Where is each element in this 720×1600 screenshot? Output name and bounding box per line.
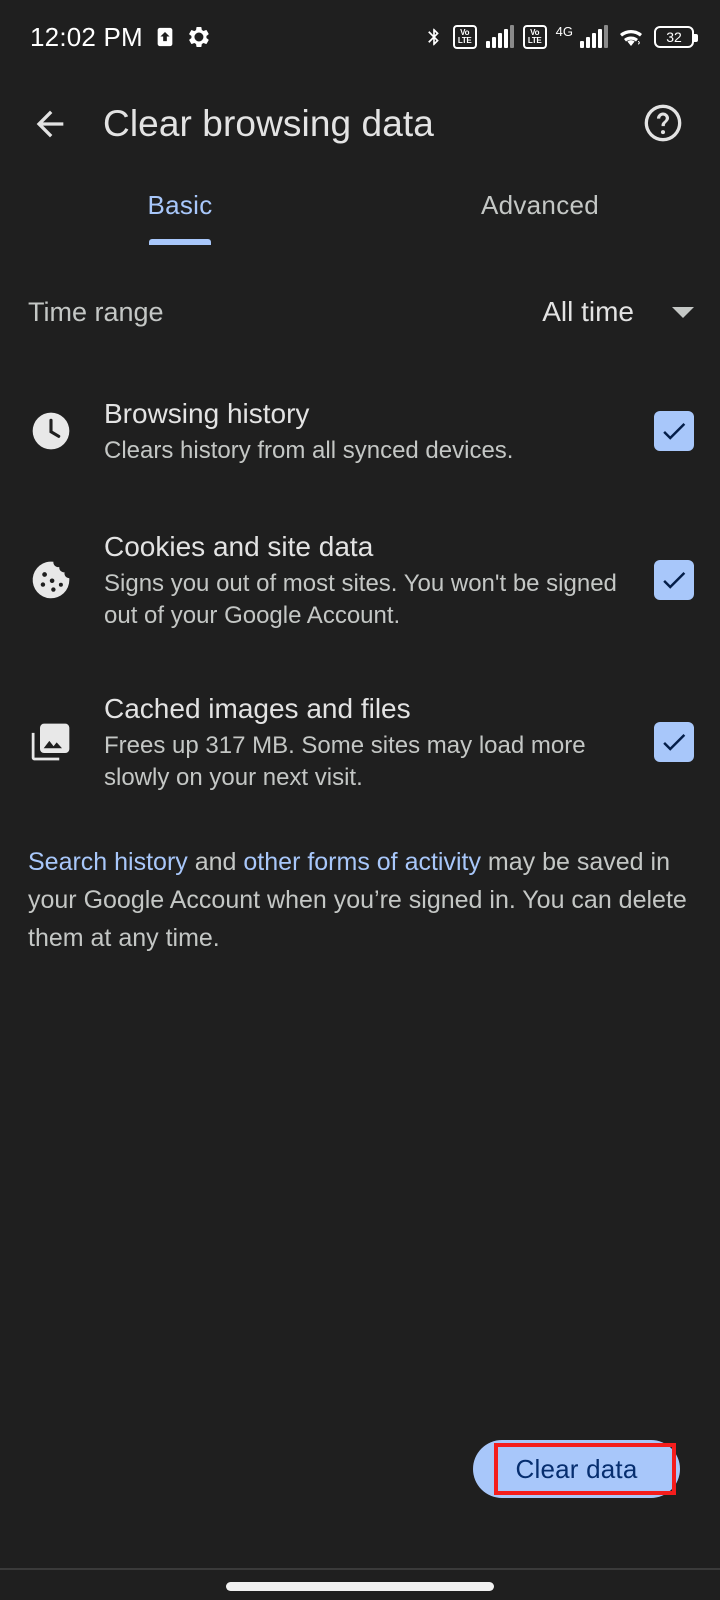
option-text-cookies: Cookies and site data Signs you out of m… bbox=[104, 528, 654, 632]
check-icon bbox=[663, 423, 686, 440]
option-title: Cookies and site data bbox=[104, 531, 374, 562]
checkbox-cookies[interactable] bbox=[654, 560, 694, 600]
battery-icon: 32 bbox=[654, 26, 698, 48]
option-title: Browsing history bbox=[104, 398, 310, 429]
option-text-cached-images: Cached images and files Frees up 317 MB.… bbox=[104, 690, 654, 794]
wifi-icon bbox=[620, 29, 642, 46]
help-circle-icon bbox=[644, 104, 682, 142]
screen-root: 12:02 PM Vo LTE Vo LTE 4G 32 Clear brows… bbox=[0, 0, 720, 1600]
option-row-cookies[interactable]: Cookies and site data Signs you out of m… bbox=[0, 506, 720, 654]
photo-library-icon bbox=[26, 717, 76, 767]
arrow-back-icon bbox=[36, 110, 64, 138]
help-button[interactable] bbox=[632, 92, 694, 154]
status-bar-left: 12:02 PM bbox=[30, 22, 211, 53]
chevron-down-icon[interactable] bbox=[672, 306, 694, 318]
option-text-browsing-history: Browsing history Clears history from all… bbox=[104, 395, 654, 467]
clear-data-label: Clear data bbox=[515, 1453, 638, 1484]
tab-advanced-label: Advanced bbox=[480, 190, 600, 220]
gesture-pill-handle[interactable] bbox=[226, 1582, 494, 1591]
system-nav-bar bbox=[0, 1570, 720, 1600]
footnote-text: Search history and other forms of activi… bbox=[28, 843, 688, 957]
check-icon bbox=[663, 734, 686, 751]
checkbox-cached-images[interactable] bbox=[654, 722, 694, 762]
status-bar-clock: 12:02 PM bbox=[30, 21, 143, 52]
cookie-icon bbox=[26, 555, 76, 605]
check-icon bbox=[663, 572, 686, 589]
time-range-value: All time bbox=[542, 296, 634, 327]
search-history-link[interactable]: Search history bbox=[28, 848, 188, 876]
option-row-browsing-history[interactable]: Browsing history Clears history from all… bbox=[0, 376, 720, 486]
status-bar-right: Vo LTE Vo LTE 4G 32 bbox=[424, 24, 698, 50]
option-subtitle: Frees up 317 MB. Some sites may load mor… bbox=[104, 732, 586, 791]
option-subtitle: Clears history from all synced devices. bbox=[104, 437, 514, 464]
volte-bottom-label-2: LTE bbox=[527, 36, 542, 45]
back-button[interactable] bbox=[22, 96, 78, 152]
checkbox-browsing-history[interactable] bbox=[654, 411, 694, 451]
option-subtitle: Signs you out of most sites. You won't b… bbox=[104, 570, 617, 629]
volte-bottom-label: LTE bbox=[457, 36, 472, 45]
tab-bar: Basic Advanced bbox=[0, 176, 720, 248]
option-row-cached-images[interactable]: Cached images and files Frees up 317 MB.… bbox=[0, 668, 720, 816]
other-forms-of-activity-link[interactable]: other forms of activity bbox=[243, 848, 481, 876]
tab-active-indicator bbox=[149, 239, 211, 245]
time-range-label: Time range bbox=[28, 296, 164, 327]
page-title: Clear browsing data bbox=[103, 103, 434, 144]
battery-level-label: 32 bbox=[666, 29, 682, 45]
time-range-control[interactable]: All time bbox=[542, 296, 694, 328]
volte-icon-2: Vo LTE bbox=[522, 25, 547, 49]
time-range-row[interactable]: Time range All time bbox=[0, 276, 720, 348]
options-list: Browsing history Clears history from all… bbox=[0, 376, 720, 816]
status-bar: 12:02 PM Vo LTE Vo LTE 4G 32 bbox=[0, 0, 720, 74]
signal-bars-icon-2 bbox=[580, 25, 608, 48]
tab-basic-label: Basic bbox=[147, 190, 213, 220]
volte-icon: Vo LTE bbox=[452, 25, 477, 49]
gear-icon bbox=[188, 26, 209, 48]
clear-data-button[interactable]: Clear data bbox=[473, 1440, 680, 1498]
tab-advanced[interactable]: Advanced bbox=[360, 176, 720, 248]
clock-icon bbox=[26, 406, 76, 456]
upload-arrow-icon bbox=[157, 27, 173, 47]
footnote-mid: and bbox=[187, 848, 244, 876]
app-bar: Clear browsing data bbox=[0, 74, 720, 174]
signal-bars-icon bbox=[485, 25, 514, 48]
option-title: Cached images and files bbox=[104, 693, 411, 724]
bluetooth-icon bbox=[427, 28, 439, 46]
network-type-label: 4G bbox=[555, 24, 573, 39]
tab-basic[interactable]: Basic bbox=[0, 176, 360, 248]
